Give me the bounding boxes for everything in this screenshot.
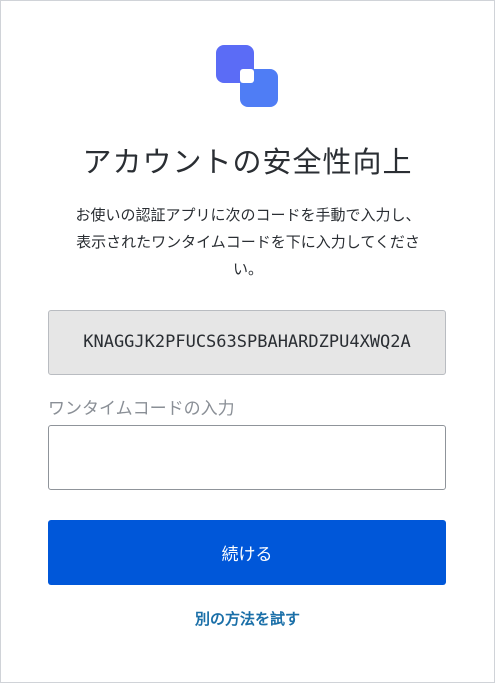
page-title: アカウントの安全性向上 [82, 145, 413, 179]
instructions-text: お使いの認証アプリに次のコードを手動で入力し、 表示されたワンタイムコードを下に… [47, 202, 449, 283]
otp-label: ワンタイムコードの入力 [48, 399, 235, 419]
otp-input[interactable] [48, 425, 446, 490]
instructions-line: お使いの認証アプリに次のコードを手動で入力し、 [75, 206, 421, 224]
instructions-line: い。 [232, 260, 263, 278]
try-another-method-link[interactable]: 別の方法を試す [1, 608, 494, 629]
instructions-line: 表示されたワンタイムコードを下に入力してくださ [76, 233, 420, 251]
continue-button[interactable]: 続ける [48, 520, 446, 585]
auth-card: アカウントの安全性向上 お使いの認証アプリに次のコードを手動で入力し、 表示され… [0, 0, 495, 683]
overlapping-squares-logo-icon [216, 45, 278, 107]
secret-key-box: KNAGGJK2PFUCS63SPBAHARDZPU4XWQ2A [48, 310, 446, 375]
secret-key-text[interactable]: KNAGGJK2PFUCS63SPBAHARDZPU4XWQ2A [83, 330, 411, 355]
